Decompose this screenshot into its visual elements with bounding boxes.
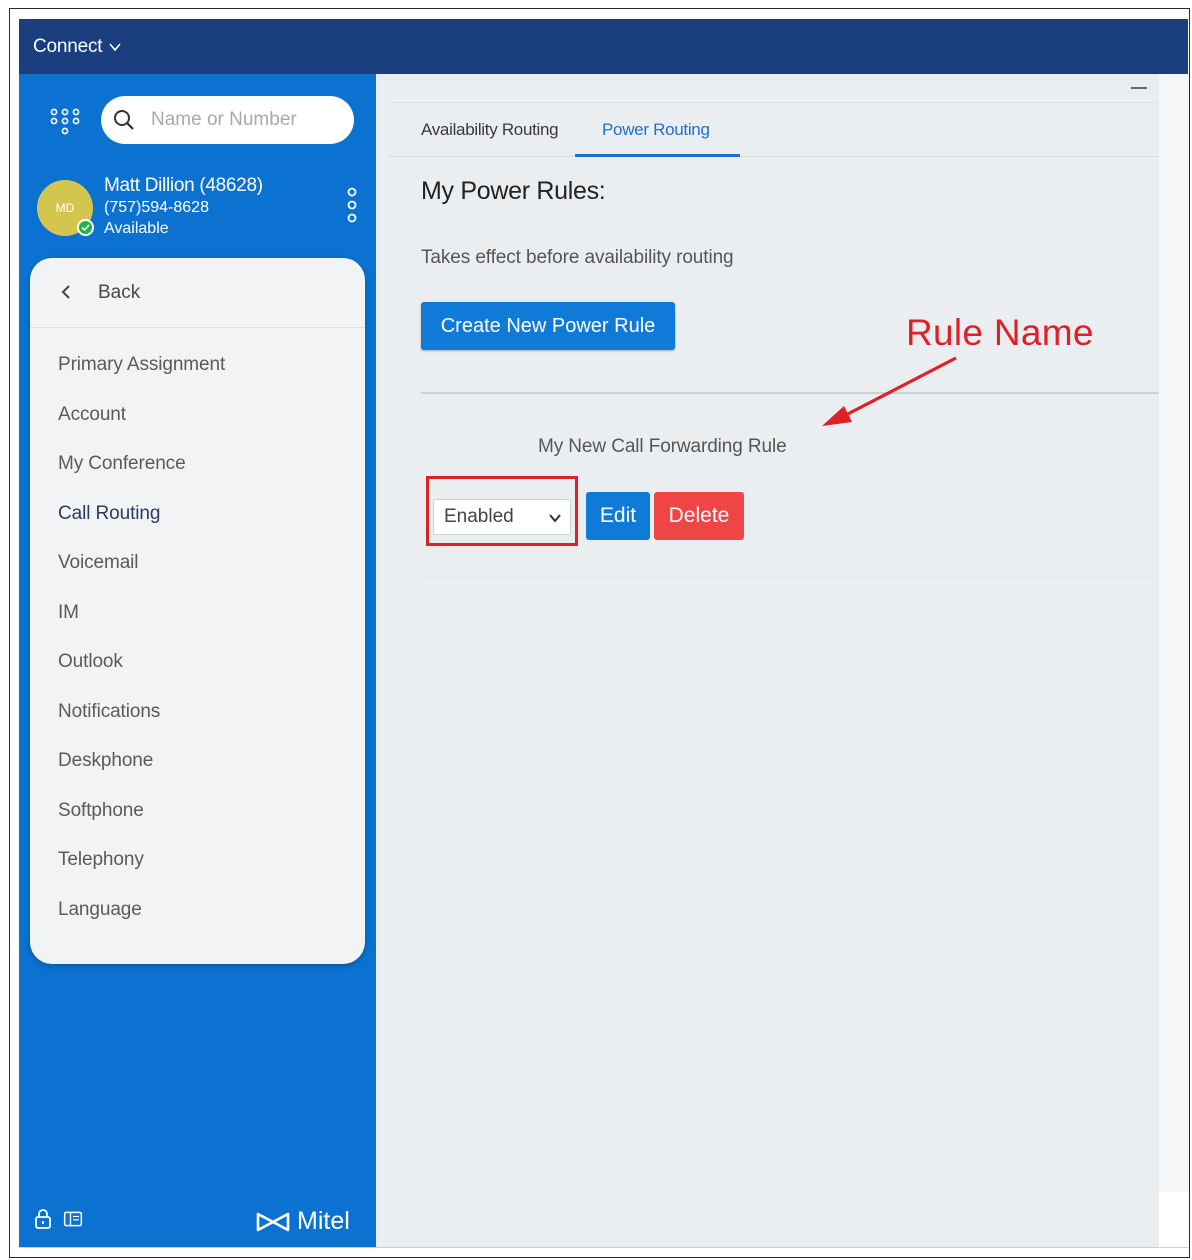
delete-rule-button[interactable]: Delete [654,492,744,540]
active-tab-indicator [575,154,740,157]
search-icon [114,110,134,130]
settings-menu: Back Primary Assignment Account My Confe… [30,258,365,964]
phonebook-icon[interactable] [63,1208,83,1230]
tabs-bottom-border [388,156,1159,157]
tab-availability-routing[interactable]: Availability Routing [421,120,559,140]
page-description: Takes effect before availability routing [421,247,734,268]
menu-item-call-routing[interactable]: Call Routing [58,503,160,525]
annotation-label: Rule Name [906,312,1094,353]
lock-icon[interactable] [33,1208,53,1230]
menu-item-my-conference[interactable]: My Conference [58,453,186,475]
chevron-left-icon [61,285,70,299]
title-bar: Connect [19,19,1188,74]
sidebar: MD Matt Dillion (48628) (757)594-8628 Av… [19,74,376,1248]
annotation-arrow-icon [822,356,957,426]
presence-available-icon [77,219,94,236]
menu-item-language[interactable]: Language [58,899,142,921]
edit-rule-button[interactable]: Edit [586,492,650,540]
back-button[interactable]: Back [30,258,365,328]
divider [421,392,1159,394]
page-title: My Power Rules: [421,177,606,205]
menu-item-deskphone[interactable]: Deskphone [58,750,153,772]
mitel-logo-icon [256,1212,290,1231]
minimize-icon[interactable] [1131,86,1147,90]
mitel-logo: Mitel [255,1207,350,1236]
menu-item-account[interactable]: Account [58,404,126,426]
menu-item-telephony[interactable]: Telephony [58,849,144,871]
menu-item-notifications[interactable]: Notifications [58,701,160,723]
tab-power-routing[interactable]: Power Routing [602,120,710,140]
menu-item-im[interactable]: IM [58,602,79,624]
main-panel: Availability Routing Power Routing My Po… [376,74,1159,1248]
rule-status-value: Enabled [444,506,514,527]
app-title: Connect [33,36,103,57]
menu-item-voicemail[interactable]: Voicemail [58,552,139,574]
right-edge-strip [1159,74,1188,1192]
menu-item-outlook[interactable]: Outlook [58,651,123,673]
avatar-initials: MD [55,201,75,215]
rule-name: My New Call Forwarding Rule [538,436,787,457]
more-options-icon[interactable] [345,186,359,224]
search-input[interactable] [151,106,341,134]
create-power-rule-button[interactable]: Create New Power Rule [421,302,675,350]
app-title-menu[interactable]: Connect [33,36,122,58]
rule-divider [421,577,1159,578]
menu-item-primary-assignment[interactable]: Primary Assignment [58,354,225,376]
chevron-down-icon [549,514,561,523]
user-name: Matt Dillion (48628) [104,175,263,196]
back-label: Back [98,282,141,303]
tabs-top-border [388,102,1159,103]
brand-name: Mitel [297,1207,350,1235]
rule-status-select[interactable]: Enabled [433,499,571,535]
chevron-down-icon [109,43,121,52]
dialpad-icon[interactable] [49,108,81,138]
user-number: (757)594-8628 [104,199,209,216]
search-box[interactable] [101,96,354,144]
footer-icons [33,1208,83,1230]
user-status: Available [104,220,169,237]
bottom-edge [19,1247,1188,1248]
menu-item-softphone[interactable]: Softphone [58,800,144,822]
